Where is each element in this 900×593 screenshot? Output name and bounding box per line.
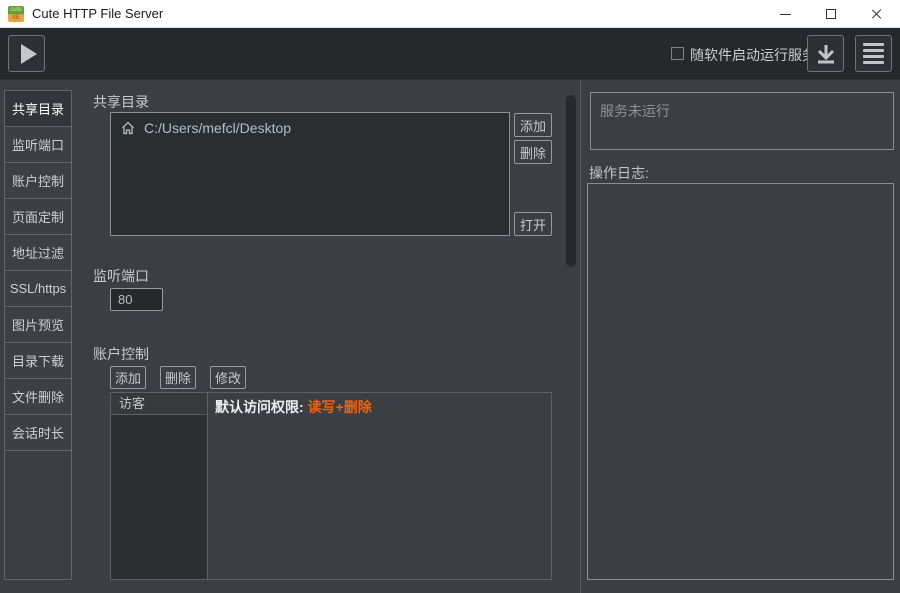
tab-directory-download[interactable]: 目录下载 xyxy=(4,342,72,379)
shared-directory-list[interactable]: C:/Users/mefcl/Desktop xyxy=(110,112,510,236)
tab-file-delete[interactable]: 文件删除 xyxy=(4,378,72,415)
cute-http-file-server-window: cute XE Cute HTTP File Server 随软件启动运行服务 … xyxy=(0,0,900,593)
account-table[interactable]: 访客 默认访问权限: 读写+删除 xyxy=(110,392,552,580)
tab-address-filter[interactable]: 地址过滤 xyxy=(4,234,72,271)
service-status-box: 服务未运行 xyxy=(590,92,894,150)
start-service-button[interactable] xyxy=(8,35,45,72)
home-icon xyxy=(120,120,136,136)
app-icon: cute XE xyxy=(8,6,24,22)
port-input[interactable] xyxy=(110,288,163,311)
maximize-icon xyxy=(826,9,836,19)
tab-page-custom[interactable]: 页面定制 xyxy=(4,198,72,235)
minimize-button[interactable] xyxy=(762,0,808,28)
app-icon-bottom: XE xyxy=(8,14,24,22)
tab-session-duration[interactable]: 会话时长 xyxy=(4,414,72,451)
tab-account-control[interactable]: 账户控制 xyxy=(4,162,72,199)
close-button[interactable] xyxy=(854,0,900,28)
service-status-text: 服务未运行 xyxy=(600,103,670,119)
operation-log-label: 操作日志: xyxy=(589,163,649,183)
tab-image-preview[interactable]: 图片预览 xyxy=(4,306,72,343)
default-permission-label: 默认访问权限: xyxy=(215,399,308,415)
close-icon xyxy=(871,8,883,20)
main-menu-button[interactable] xyxy=(855,35,892,72)
delete-directory-button[interactable]: 删除 xyxy=(514,140,552,164)
listen-port-label: 监听端口 xyxy=(93,266,149,286)
hamburger-menu-icon xyxy=(863,43,884,64)
visitor-column-body[interactable] xyxy=(111,415,208,579)
add-directory-button[interactable]: 添加 xyxy=(514,113,552,137)
autostart-checkbox[interactable] xyxy=(671,47,684,60)
window-controls xyxy=(762,0,900,28)
account-control-label: 账户控制 xyxy=(93,344,149,364)
tab-listen-port[interactable]: 监听端口 xyxy=(4,126,72,163)
default-permission-value: 读写+删除 xyxy=(308,399,372,415)
tab-ssl-https[interactable]: SSL/https xyxy=(4,270,72,307)
shared-directory-label: 共享目录 xyxy=(93,92,149,112)
tab-shared-directory[interactable]: 共享目录 xyxy=(4,90,72,127)
download-icon xyxy=(814,42,838,66)
window-title: Cute HTTP File Server xyxy=(32,6,163,21)
minimize-icon xyxy=(780,14,791,15)
app-icon-top: cute xyxy=(8,6,24,14)
autostart-checkbox-label[interactable]: 随软件启动运行服务 xyxy=(690,45,816,65)
toolbar: 随软件启动运行服务 xyxy=(0,28,900,80)
sidebar-filler xyxy=(4,450,72,580)
download-button[interactable] xyxy=(807,35,844,72)
operation-log-box[interactable] xyxy=(587,183,894,580)
maximize-button[interactable] xyxy=(808,0,854,28)
delete-account-button[interactable]: 删除 xyxy=(160,366,196,389)
open-directory-button[interactable]: 打开 xyxy=(514,212,552,236)
main-panel-scrollbar-thumb[interactable] xyxy=(566,95,576,267)
modify-account-button[interactable]: 修改 xyxy=(210,366,246,389)
list-item[interactable]: C:/Users/mefcl/Desktop xyxy=(111,113,509,143)
default-permission-text: 默认访问权限: 读写+删除 xyxy=(215,397,372,417)
add-account-button[interactable]: 添加 xyxy=(110,366,146,389)
panel-divider xyxy=(580,80,581,593)
play-icon xyxy=(21,44,37,64)
shared-directory-path: C:/Users/mefcl/Desktop xyxy=(144,120,291,136)
visitor-column-header[interactable]: 访客 xyxy=(111,393,208,415)
titlebar: cute XE Cute HTTP File Server xyxy=(0,0,900,28)
